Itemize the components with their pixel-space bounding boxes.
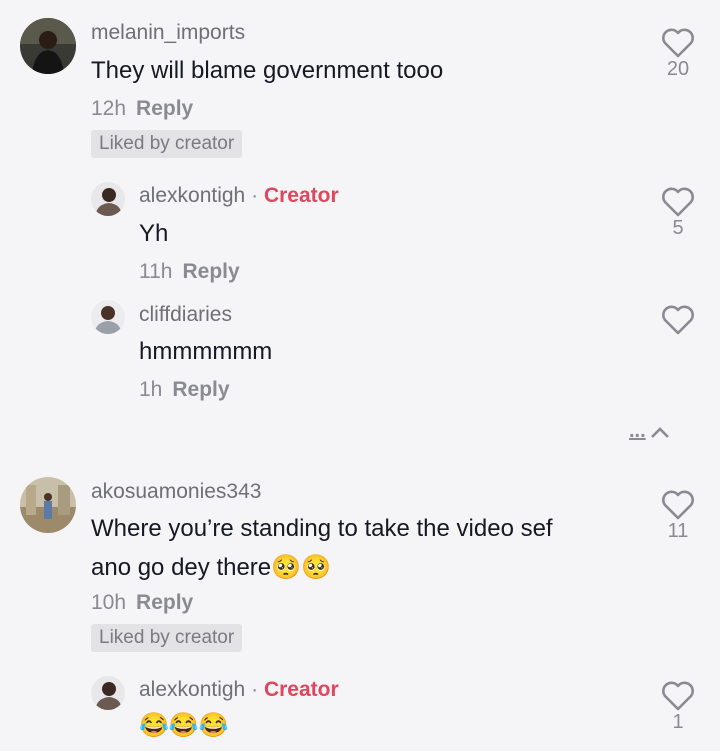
creator-label: Creator bbox=[263, 678, 339, 701]
ellipsis-label: ... bbox=[629, 420, 646, 442]
comment-username: alexkontigh · Creator bbox=[139, 678, 339, 702]
like-button[interactable]: 5 bbox=[658, 187, 698, 240]
like-button[interactable]: 20 bbox=[658, 28, 698, 81]
reply-button[interactable]: Reply bbox=[172, 378, 229, 401]
heart-outline-icon bbox=[662, 490, 694, 520]
comment-username[interactable]: cliffdiaries bbox=[139, 303, 232, 327]
comment-text-line2: ano go dey there🥺🥺 bbox=[91, 553, 331, 582]
avatar-akosuamonies343[interactable] bbox=[20, 477, 76, 533]
comment-text: Yh bbox=[139, 220, 169, 247]
liked-by-creator-badge: Liked by creator bbox=[91, 130, 243, 158]
comment-username: alexkontigh · Creator bbox=[139, 184, 339, 208]
comment-text-line1: Where you’re standing to take the video … bbox=[91, 515, 553, 542]
like-count: 11 bbox=[667, 520, 689, 542]
like-button[interactable] bbox=[658, 305, 698, 335]
comment-time: 1h bbox=[139, 378, 163, 401]
comment-text: 😂😂😂 bbox=[139, 712, 229, 739]
liked-by-creator-badge: Liked by creator bbox=[91, 624, 243, 652]
reply-button[interactable]: Reply bbox=[136, 591, 193, 614]
collapse-replies-button[interactable]: ... bbox=[629, 420, 670, 445]
reply-button[interactable]: Reply bbox=[182, 260, 239, 283]
avatar-alexkontigh[interactable] bbox=[91, 676, 125, 710]
heart-outline-icon bbox=[662, 681, 694, 711]
separator: · bbox=[251, 184, 259, 207]
like-count: 20 bbox=[666, 58, 690, 80]
comment-meta: 10h Reply bbox=[91, 591, 193, 615]
chevron-up-icon bbox=[651, 427, 670, 438]
avatar-alexkontigh[interactable] bbox=[91, 182, 125, 216]
comment-meta: 1h Reply bbox=[139, 378, 230, 402]
comment-text: hmmmmmm bbox=[139, 338, 273, 365]
heart-outline-icon bbox=[662, 187, 694, 217]
comment-text-line2-text: ano go dey there bbox=[91, 554, 272, 581]
comment-meta: 11h Reply bbox=[139, 260, 240, 284]
creator-label: Creator bbox=[263, 184, 339, 207]
comment-username[interactable]: melanin_imports bbox=[91, 21, 245, 45]
like-count: 5 bbox=[672, 217, 684, 239]
like-count: 1 bbox=[672, 711, 684, 733]
comment-text-line2-emoji: 🥺🥺 bbox=[271, 554, 331, 581]
heart-outline-icon bbox=[662, 28, 694, 58]
avatar-melanin-imports[interactable] bbox=[20, 18, 76, 74]
username-text[interactable]: alexkontigh bbox=[139, 678, 245, 701]
comment-username[interactable]: akosuamonies343 bbox=[91, 480, 261, 504]
comment-time: 12h bbox=[91, 97, 127, 120]
comment-time: 10h bbox=[91, 591, 127, 614]
username-text[interactable]: alexkontigh bbox=[139, 184, 245, 207]
like-button[interactable]: 11 bbox=[658, 490, 698, 543]
separator: · bbox=[251, 678, 259, 701]
comment-text: They will blame government tooo bbox=[91, 57, 444, 84]
comment-time: 11h bbox=[139, 260, 173, 283]
avatar-cliffdiaries[interactable] bbox=[91, 300, 125, 334]
reply-button[interactable]: Reply bbox=[136, 97, 193, 120]
like-button[interactable]: 1 bbox=[658, 681, 698, 734]
heart-outline-icon bbox=[662, 305, 694, 335]
comment-meta: 12h Reply bbox=[91, 97, 193, 121]
